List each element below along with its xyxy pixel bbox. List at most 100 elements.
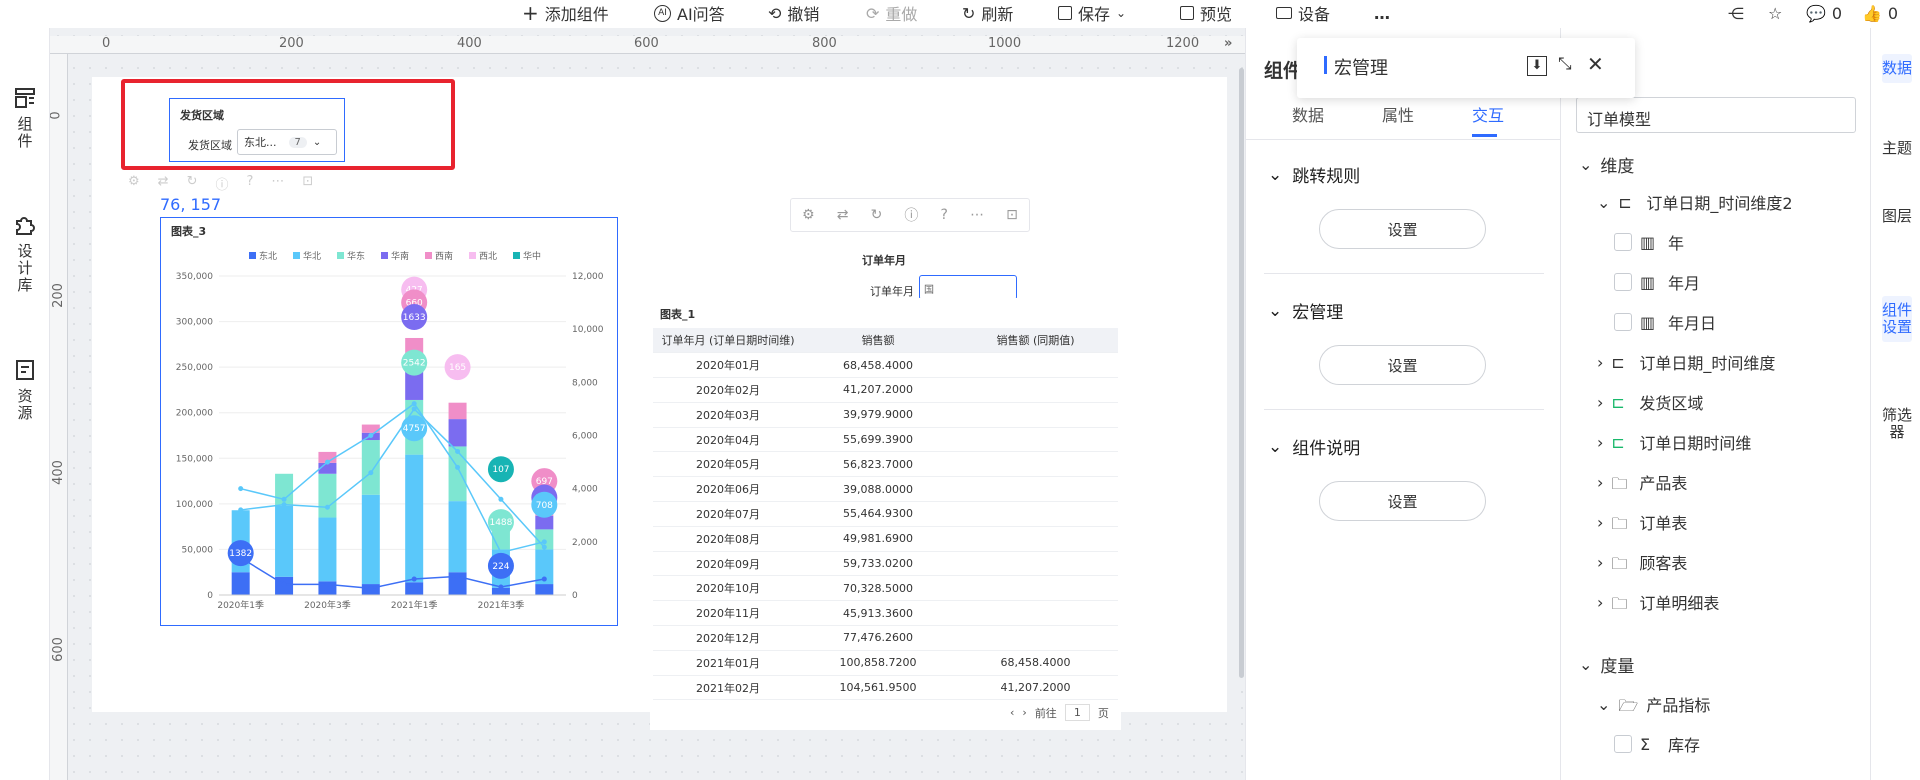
region-select[interactable]: 东北... 7 ⌄ [237, 129, 337, 155]
checkbox[interactable] [1614, 735, 1632, 753]
side-tab-filters[interactable]: 筛选器 [1882, 407, 1912, 441]
section-macro[interactable]: ⌄ 宏管理 [1268, 298, 1343, 324]
tree-item[interactable]: › ⊏ 订单日期时间维 [1597, 430, 1751, 454]
tree-item[interactable]: › 🗀 产品表 [1597, 470, 1687, 494]
close-icon[interactable]: ✕ [1587, 52, 1604, 76]
chart-3-widget[interactable]: 图表_3 东北 华北 华东 华南 西南 西北 华中 350,000 300,000 250,000 2… [160, 217, 618, 626]
table-cell: 59,733.0200 [803, 551, 953, 577]
more-icon[interactable]: ⋯ [970, 207, 984, 223]
data-label: 1633 [403, 313, 426, 323]
table-row[interactable]: 2020年08月 49,981.6900 [653, 526, 1118, 552]
expand-icon[interactable]: ⊡ [1006, 207, 1018, 223]
nav-components[interactable]: 组件 [0, 86, 50, 150]
measure-group[interactable]: ⌄ 度量 [1579, 652, 1634, 677]
model-select[interactable]: 订单模型 [1576, 97, 1856, 133]
info-icon[interactable]: ⓘ [904, 205, 918, 225]
table-row[interactable]: 2020年12月 77,476.2600 [653, 625, 1118, 651]
add-component-button[interactable]: + 添加组件 [522, 0, 609, 26]
tree-item[interactable]: Σ 库存 [1614, 732, 1700, 756]
region-filter-widget[interactable]: 发货区域 发货区域 东北... 7 ⌄ [169, 98, 345, 162]
ruler-expand-icon[interactable]: » [1224, 36, 1232, 51]
table-row[interactable]: 2021年01月 100,858.7200 68,458.4000 [653, 650, 1118, 676]
description-settings-button[interactable]: 设置 [1319, 481, 1486, 521]
tree-item[interactable]: › 🗀 顾客表 [1597, 550, 1687, 574]
swap-icon[interactable]: ⇄ [837, 207, 849, 223]
device-button[interactable]: 设备 [1276, 0, 1330, 26]
table-cell: 2020年10月 [653, 575, 803, 602]
macro-popup[interactable]: 宏管理 ⬇ ⤡ ✕ [1297, 38, 1635, 98]
refresh-button[interactable]: ↻ 刷新 [962, 0, 1013, 26]
tab-properties[interactable]: 属性 [1382, 102, 1414, 126]
table-1-widget[interactable]: 图表_1 订单年月 (订单日期时间维) 销售额 销售额 (同期值) 2020年0… [650, 298, 1121, 730]
tree-item[interactable]: › 🗀 订单明细表 [1597, 590, 1719, 614]
tree-item[interactable]: ⌄ ⊏ 订单日期_时间维度2 [1597, 190, 1793, 214]
data-label: 2542 [403, 359, 426, 369]
tree-item[interactable]: ▥ 年 [1614, 230, 1684, 254]
table-row[interactable]: 2020年09月 59,733.0200 [653, 551, 1118, 577]
save-button[interactable]: 保存 ⌄ [1058, 0, 1126, 26]
design-canvas[interactable]: 0 200 400 600 800 1000 1200 » 0 200 400 … [50, 28, 1245, 780]
download-icon[interactable]: ⬇ [1527, 56, 1547, 76]
table-row[interactable]: 2020年01月 68,458.4000 [653, 352, 1118, 379]
table-row[interactable]: 2021年02月 104,561.9500 41,207.2000 [653, 675, 1118, 701]
table-row[interactable]: 2020年07月 55,464.9300 [653, 501, 1118, 527]
side-tab-data[interactable]: 数据 [1882, 54, 1912, 83]
checkbox[interactable] [1614, 273, 1632, 291]
left-nav: 组件 设计库 资源 [0, 28, 50, 780]
checkbox[interactable] [1614, 233, 1632, 251]
side-tab-layers[interactable]: 图层 [1882, 208, 1912, 225]
line-point [281, 496, 287, 502]
section-description[interactable]: ⌄ 组件说明 [1268, 434, 1360, 460]
prev-page-icon[interactable]: ‹ [1010, 706, 1014, 719]
canvas-scrollbar[interactable] [1239, 68, 1244, 678]
table-row[interactable]: 2020年05月 56,823.7000 [653, 451, 1118, 478]
table-row[interactable]: 2020年10月 70,328.5000 [653, 575, 1118, 602]
star-icon[interactable]: ☆ [1768, 0, 1782, 26]
comment-button[interactable]: 💬 0 [1806, 0, 1842, 26]
tree-item[interactable]: ⌄ 🗁 产品指标 [1597, 692, 1710, 716]
nav-design-lib[interactable]: 设计库 [0, 213, 50, 294]
side-tab-component-settings[interactable]: 组件设置 [1882, 296, 1912, 342]
redo-button[interactable]: ⟳ 重做 [866, 0, 917, 26]
ai-qa-button[interactable]: AI AI问答 [654, 0, 725, 26]
preview-button[interactable]: 预览 [1180, 0, 1232, 26]
tree-item[interactable]: › 🗀 订单表 [1597, 510, 1687, 534]
data-label: 107 [492, 465, 509, 475]
y-tick-label: 50,000 [182, 545, 214, 555]
table-row[interactable]: 2020年03月 39,979.9000 [653, 402, 1118, 428]
checkbox[interactable] [1614, 313, 1632, 331]
collapse-icon[interactable]: ⤡ [1558, 54, 1572, 74]
share-icon[interactable]: ⋲ [1728, 0, 1744, 26]
section-jump-rules[interactable]: ⌄ 跳转规则 [1268, 162, 1360, 188]
like-button[interactable]: 👍 0 [1862, 0, 1898, 26]
order-month-input[interactable]: 国 [919, 275, 1017, 300]
undo-button[interactable]: ⟲ 撤销 [768, 0, 819, 26]
chevron-down-icon: ⌄ [1579, 155, 1593, 174]
more-button[interactable]: … [1374, 0, 1390, 26]
table-row[interactable]: 2020年06月 39,088.0000 [653, 476, 1118, 503]
jump-rules-settings-button[interactable]: 设置 [1319, 209, 1486, 249]
ai-icon: AI [654, 4, 671, 22]
refresh-icon[interactable]: ↻ [871, 207, 883, 223]
tree-item[interactable]: ▥ 年月 [1614, 270, 1700, 294]
gear-icon[interactable]: ⚙ [802, 207, 815, 223]
tree-item[interactable]: ▥ 年月日 [1614, 310, 1716, 334]
table-row[interactable]: 2020年02月 41,207.2000 [653, 377, 1118, 403]
page-input[interactable]: 1 [1064, 704, 1090, 721]
bar-segment [405, 582, 424, 595]
table-row[interactable]: 2020年11月 45,913.3600 [653, 600, 1118, 627]
table-cell [953, 476, 1118, 503]
dimension-group[interactable]: ⌄ 维度 [1579, 152, 1634, 177]
sales-table: 订单年月 (订单日期时间维) 销售额 销售额 (同期值) 2020年01月 68,… [653, 328, 1118, 701]
help-icon[interactable]: ? [941, 207, 948, 223]
next-page-icon[interactable]: › [1022, 706, 1026, 719]
tab-interaction[interactable]: 交互 [1472, 102, 1504, 126]
tree-item[interactable]: › ⊏ 订单日期_时间维度 [1597, 350, 1775, 374]
tree-item[interactable]: › ⊏ 发货区域 [1597, 390, 1703, 414]
macro-settings-button[interactable]: 设置 [1319, 345, 1486, 385]
nav-resources[interactable]: 资源 [0, 358, 50, 422]
chevron-right-icon: › [1597, 552, 1604, 572]
tab-data[interactable]: 数据 [1292, 102, 1324, 126]
side-tab-theme[interactable]: 主题 [1882, 140, 1912, 157]
table-row[interactable]: 2020年04月 55,699.3900 [653, 427, 1118, 453]
